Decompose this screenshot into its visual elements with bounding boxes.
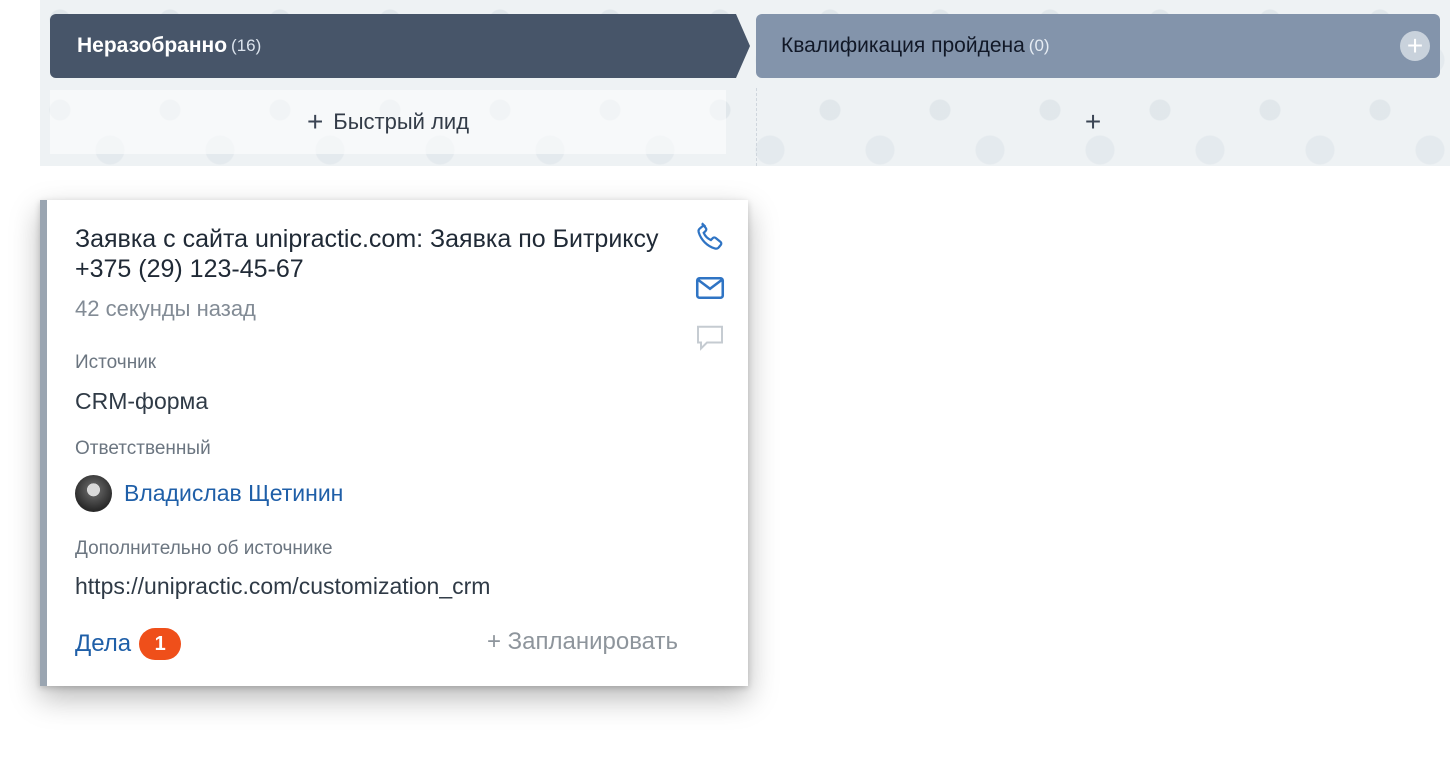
deals-count-badge: 1: [139, 628, 182, 660]
deals-label[interactable]: Дела: [75, 630, 131, 658]
quick-add-button[interactable]: +: [756, 90, 1440, 154]
mail-icon[interactable]: [692, 270, 728, 306]
lead-card[interactable]: Заявка с сайта unipractic.com: Заявка по…: [40, 200, 748, 686]
card-status-stripe: [40, 200, 47, 686]
stage-header-unsorted[interactable]: Неразобранно (16): [50, 14, 750, 78]
extra-source-label: Дополнительно об источнике: [75, 538, 333, 559]
deals-link[interactable]: Дела 1: [75, 628, 182, 660]
source-label: Источник: [75, 352, 157, 373]
source-value: CRM-форма: [75, 388, 209, 414]
avatar: [75, 475, 112, 512]
stage-count: (0): [1028, 36, 1050, 55]
chat-icon[interactable]: [692, 320, 728, 356]
lead-title[interactable]: Заявка с сайта unipractic.com: Заявка по…: [75, 224, 665, 284]
quick-lead-label: Быстрый лид: [333, 109, 470, 134]
schedule-button[interactable]: + Запланировать: [487, 628, 678, 656]
stage-count: (16): [231, 36, 262, 55]
plus-icon: +: [306, 106, 324, 137]
responsible-label: Ответственный: [75, 438, 211, 459]
extra-source-value: https://unipractic.com/customization_crm: [75, 573, 491, 599]
add-stage-button[interactable]: +: [1400, 31, 1430, 61]
phone-icon[interactable]: [692, 218, 728, 254]
plus-icon: +: [1084, 106, 1102, 137]
stage-name: Квалификация пройдена: [781, 34, 1025, 57]
responsible-user[interactable]: Владислав Щетинин: [75, 475, 343, 512]
quick-lead-button[interactable]: + Быстрый лид: [50, 90, 726, 154]
stage-header-qualified[interactable]: Квалификация пройдена (0) +: [756, 14, 1440, 78]
stage-name: Неразобранно: [77, 34, 228, 57]
responsible-name[interactable]: Владислав Щетинин: [124, 480, 343, 507]
lead-time: 42 секунды назад: [75, 296, 256, 321]
